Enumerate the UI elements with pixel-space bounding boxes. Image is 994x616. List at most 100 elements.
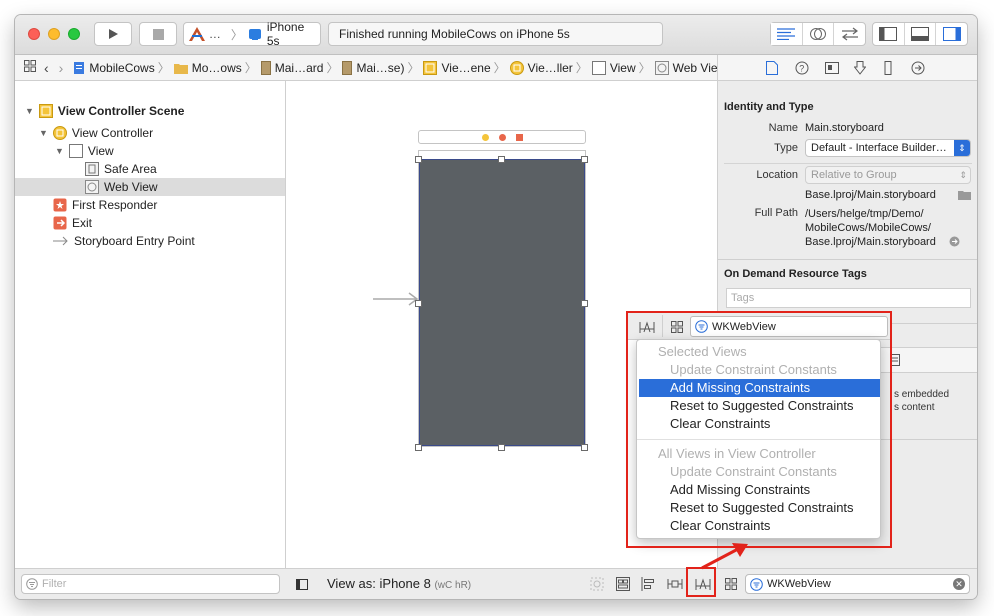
- path-line: Base.lproj/Main.storyboard: [805, 236, 936, 248]
- web-view-icon: [654, 60, 669, 75]
- chevron-updown-icon: ⇕: [959, 170, 967, 180]
- folder-icon[interactable]: [958, 190, 971, 200]
- tags-field[interactable]: Tags: [726, 288, 971, 308]
- stop-button[interactable]: [139, 22, 177, 46]
- clear-search-icon[interactable]: ✕: [953, 578, 965, 590]
- arrows-icon: [841, 27, 858, 41]
- bottom-panel-icon: [911, 27, 929, 41]
- resize-handle[interactable]: [581, 444, 588, 451]
- identity-inspector-icon[interactable]: [825, 62, 839, 74]
- zoom-window-button[interactable]: [68, 28, 80, 40]
- responder-dock-icon[interactable]: [499, 134, 506, 141]
- view-icon: [68, 144, 83, 158]
- description-line: s embedded: [894, 389, 950, 400]
- toggle-utilities-button[interactable]: [936, 23, 967, 45]
- resize-handle[interactable]: [498, 444, 505, 451]
- identity-section-title: Identity and Type: [724, 101, 814, 113]
- crumb-label: MobileCows: [89, 60, 155, 75]
- toolbar: … 〉 iPhone 5s Finished running MobileCow…: [15, 15, 977, 55]
- crumb-folder[interactable]: Mo…ows: [173, 61, 242, 75]
- vc-dock-icon[interactable]: [482, 134, 489, 141]
- embed-in-stack-icon[interactable]: [616, 577, 630, 591]
- version-editor-button[interactable]: [834, 23, 865, 45]
- lines-icon: [777, 28, 796, 40]
- type-popup[interactable]: Default - Interface Builder… ⇕: [805, 139, 971, 157]
- crumb-view-controller[interactable]: Vie…ller: [509, 60, 573, 75]
- close-window-button[interactable]: [28, 28, 40, 40]
- back-icon[interactable]: ‹: [44, 60, 49, 76]
- disclosure-open-icon[interactable]: ▼: [39, 128, 48, 138]
- outline-entry-point-row[interactable]: Storyboard Entry Point: [53, 232, 195, 250]
- grid-icon[interactable]: [725, 578, 737, 590]
- exit-icon: [53, 216, 67, 230]
- toggle-outline-icon[interactable]: [296, 579, 308, 590]
- web-view-element[interactable]: [419, 159, 585, 446]
- search-filter-icon: [750, 577, 763, 591]
- run-button[interactable]: [94, 22, 132, 46]
- connections-inspector-icon[interactable]: [911, 61, 925, 75]
- crumb-project[interactable]: MobileCows: [73, 60, 155, 75]
- status-text: Finished running MobileCows on iPhone 5s: [339, 27, 570, 41]
- toggle-debug-area-button[interactable]: [905, 23, 937, 45]
- reveal-arrow-icon[interactable]: [949, 236, 960, 247]
- resize-handle[interactable]: [498, 156, 505, 163]
- crumb-web-view[interactable]: Web View: [654, 60, 726, 75]
- outline-view-controller-row[interactable]: ▼ View Controller: [39, 124, 153, 142]
- safe-area-icon: [85, 162, 99, 176]
- simulator-icon: [248, 29, 261, 40]
- library-search-value: WKWebView: [767, 578, 831, 590]
- standard-editor-button[interactable]: [771, 23, 803, 45]
- path-line: MobileCows/MobileCows/: [805, 222, 931, 234]
- forward-icon[interactable]: ›: [59, 60, 64, 76]
- minimize-window-button[interactable]: [48, 28, 60, 40]
- disclosure-open-icon[interactable]: ▼: [25, 106, 34, 116]
- outline-label: View: [87, 144, 114, 158]
- size-inspector-icon[interactable]: [883, 61, 893, 75]
- outline-web-view-row[interactable]: Web View: [85, 178, 158, 196]
- library-search-field[interactable]: WKWebView ✕: [745, 574, 970, 594]
- view-controller-icon: [509, 60, 524, 75]
- update-frames-icon[interactable]: [590, 577, 604, 591]
- quick-help-icon[interactable]: ?: [795, 61, 809, 75]
- disclosure-open-icon[interactable]: ▼: [55, 146, 64, 156]
- resize-handle[interactable]: [415, 300, 422, 307]
- crumb-storyboard-group[interactable]: Mai…ard: [260, 60, 323, 75]
- path-line: /Users/helge/tmp/Demo/: [805, 208, 924, 220]
- resize-handle[interactable]: [581, 156, 588, 163]
- outline-label: View Controller Scene: [57, 104, 185, 118]
- scheme-selector[interactable]: … 〉 iPhone 5s: [183, 20, 321, 48]
- resize-handle[interactable]: [581, 300, 588, 307]
- crumb-storyboard-base[interactable]: Mai…se): [342, 60, 404, 75]
- outline-first-responder-row[interactable]: First Responder: [53, 196, 157, 214]
- assistant-editor-button[interactable]: [803, 23, 835, 45]
- view-as-button[interactable]: View as: iPhone 8 (wC hR): [327, 576, 471, 591]
- outline-exit-row[interactable]: Exit: [53, 214, 92, 232]
- add-new-constraints-icon[interactable]: [667, 577, 683, 591]
- outline-safe-area-row[interactable]: Safe Area: [85, 160, 157, 178]
- resize-handle[interactable]: [415, 444, 422, 451]
- svg-text:?: ?: [799, 64, 804, 74]
- location-popup[interactable]: Relative to Group ⇕: [805, 166, 971, 184]
- outline-label: Storyboard Entry Point: [74, 234, 195, 248]
- play-icon: [109, 29, 118, 39]
- description-line: s content: [894, 402, 935, 413]
- outline-scene-row[interactable]: ▼ View Controller Scene: [25, 102, 184, 120]
- attributes-inspector-icon[interactable]: [854, 61, 866, 75]
- crumb-scene[interactable]: Vie…ene: [423, 60, 491, 75]
- toggle-navigator-button[interactable]: [873, 23, 905, 45]
- resize-handle[interactable]: [415, 156, 422, 163]
- entry-point-arrow[interactable]: [373, 292, 419, 306]
- name-value: Main.storyboard: [805, 122, 884, 134]
- file-inspector-icon[interactable]: [766, 61, 778, 75]
- outline-view-row[interactable]: ▼ View: [55, 142, 114, 160]
- outline-label: Exit: [72, 216, 93, 230]
- right-panel-icon: [942, 27, 961, 41]
- stop-icon: [152, 28, 164, 40]
- crumb-view[interactable]: View: [591, 60, 636, 75]
- exit-dock-icon[interactable]: [516, 134, 523, 141]
- folder-icon: [173, 63, 188, 74]
- related-items-icon[interactable]: [24, 60, 36, 75]
- align-icon[interactable]: [641, 577, 655, 591]
- outline-filter-field[interactable]: Filter: [21, 574, 280, 594]
- crumb-label: Vie…ller: [527, 60, 573, 75]
